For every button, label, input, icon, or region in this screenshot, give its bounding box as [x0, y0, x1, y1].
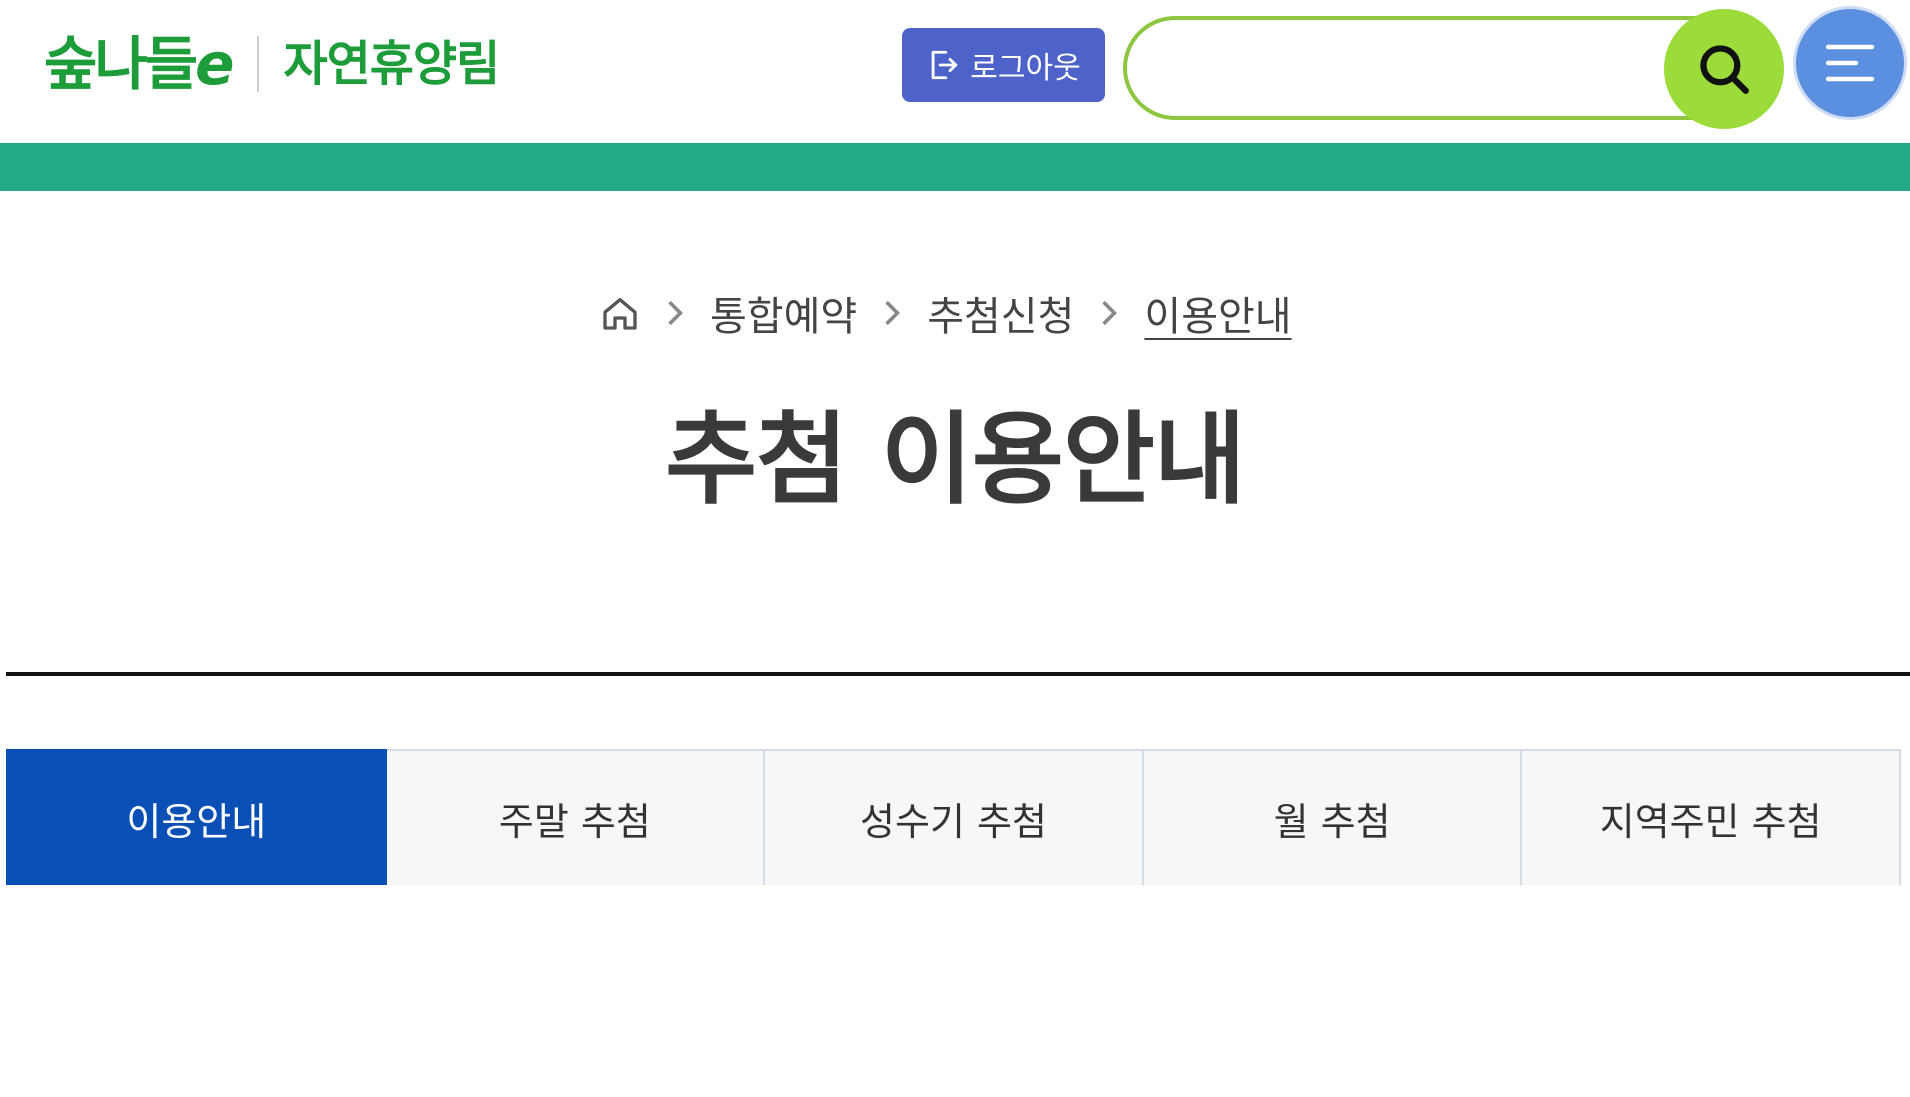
section-divider — [6, 672, 1910, 676]
logo-subtitle: 자연휴양림 — [283, 36, 500, 92]
home-icon — [603, 298, 637, 330]
breadcrumb-home[interactable] — [600, 293, 640, 333]
search-icon — [1700, 45, 1749, 94]
header-band — [0, 143, 1910, 191]
site-logo[interactable]: 숲나들e 자연휴양림 — [44, 18, 500, 110]
chevron-right-icon — [666, 298, 684, 328]
tab-bar: 이용안내 주말 추첨 성수기 추첨 월 추첨 지역주민 추첨 — [6, 749, 1901, 885]
logout-icon — [931, 50, 958, 80]
search-button[interactable] — [1664, 9, 1784, 129]
logo-divider — [257, 36, 260, 92]
menu-button[interactable] — [1793, 6, 1907, 120]
search-input[interactable] — [1167, 40, 1727, 96]
breadcrumb-item-lottery[interactable]: 추첨신청 — [927, 284, 1074, 342]
tab-weekend-lottery[interactable]: 주말 추첨 — [386, 749, 766, 885]
logout-label: 로그아웃 — [970, 51, 1081, 86]
chevron-right-icon — [1100, 298, 1118, 328]
logo-brand: 숲나들e — [44, 35, 234, 93]
breadcrumb: 통합예약 추첨신청 이용안내 — [600, 285, 1292, 341]
chevron-right-icon — [883, 298, 901, 328]
page-title: 추첨 이용안내 — [665, 401, 1246, 518]
logo-brand-text: 숲나들 — [44, 30, 198, 98]
logo-brand-e: e — [195, 30, 234, 98]
logout-button[interactable]: 로그아웃 — [902, 28, 1105, 102]
tab-monthly-lottery[interactable]: 월 추첨 — [1143, 749, 1523, 885]
breadcrumb-item-reservation[interactable]: 통합예약 — [710, 284, 857, 342]
breadcrumb-item-guide[interactable]: 이용안내 — [1144, 284, 1291, 342]
tab-guide[interactable]: 이용안내 — [6, 749, 387, 885]
tab-local-resident-lottery[interactable]: 지역주민 추첨 — [1522, 749, 1901, 885]
tab-peak-season-lottery[interactable]: 성수기 추첨 — [765, 749, 1144, 885]
site-header: 숲나들e 자연휴양림 로그아웃 — [0, 0, 1910, 143]
menu-icon — [1825, 44, 1875, 82]
